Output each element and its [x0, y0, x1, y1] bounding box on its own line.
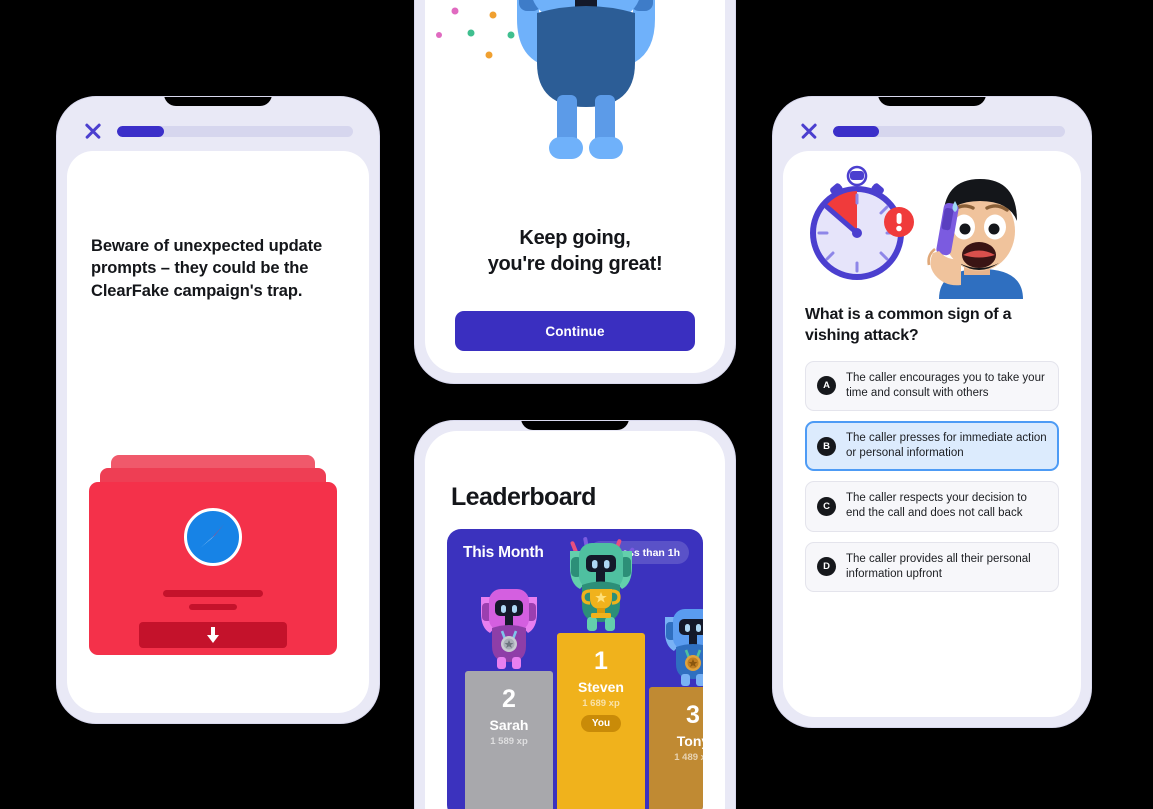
- browser-window: [89, 482, 337, 655]
- podium-rank-second: 2: [502, 685, 516, 713]
- lesson-topbar: [67, 107, 369, 151]
- quiz-screen: What is a common sign of a vishing attac…: [783, 107, 1081, 717]
- podium-name-third: Tony: [676, 733, 703, 749]
- answer-text-c: The caller respects your decision to end…: [846, 492, 1027, 520]
- worried-man-on-phone-icon: [927, 179, 1023, 299]
- quiz-progress-fill: [833, 125, 880, 137]
- celebration-phone-mockup: Keep going, you're doing great! Continue: [414, 0, 736, 384]
- leaderboard-period-label: This Month: [463, 543, 544, 561]
- leaderboard-phone-mockup: Leaderboard This Month Less than 1h 2 Sa…: [414, 420, 736, 809]
- podium-name-second: Sarah: [489, 717, 529, 733]
- phone-notch: [164, 97, 272, 106]
- quiz-answer-option-d[interactable]: D The caller provides all their personal…: [805, 541, 1059, 592]
- vishing-illustration-svg: [810, 165, 1023, 299]
- podium-xp-first: 1 689 xp: [582, 698, 620, 709]
- robot-avatar-second: [481, 589, 537, 669]
- quiz-question-text: What is a common sign of a vishing attac…: [805, 306, 1012, 344]
- answer-letter-d: D: [817, 557, 836, 577]
- close-icon[interactable]: [83, 121, 103, 141]
- leaderboard-podium: 2 Sarah 1 589 xp 1 Steven 1 689 xp You 3…: [447, 537, 703, 809]
- compass-needle-icon: [200, 524, 224, 548]
- quiz-answers-list: A The caller encourages you to take your…: [783, 347, 1081, 592]
- answer-letter-a: A: [817, 376, 836, 396]
- podium-rank-first: 1: [594, 647, 608, 675]
- podium-name-first: Steven: [578, 679, 624, 695]
- lesson-screen: Beware of unexpected update prompts – th…: [67, 107, 369, 713]
- quiz-answer-option-b[interactable]: B The caller presses for immediate actio…: [805, 420, 1059, 472]
- lesson-progress-fill: [117, 125, 165, 137]
- browser-text-line-1: [163, 590, 263, 597]
- quiz-answer-option-a[interactable]: A The caller encourages you to take your…: [805, 360, 1059, 411]
- answer-text-b: The caller presses for immediate action …: [846, 431, 1047, 460]
- phone-notch: [878, 97, 986, 106]
- quiz-answer-option-c[interactable]: C The caller respects your decision to e…: [805, 481, 1059, 532]
- robot-avatar-first: [570, 537, 635, 631]
- podium-second-place[interactable]: 2 Sarah 1 589 xp: [465, 589, 553, 809]
- robot-avatar-third: [665, 609, 703, 686]
- celebration-screen: Keep going, you're doing great! Continue: [425, 0, 725, 373]
- lesson-card: Beware of unexpected update prompts – th…: [67, 151, 369, 713]
- quiz-phone-mockup: What is a common sign of a vishing attac…: [772, 96, 1092, 728]
- podium-first-place[interactable]: 1 Steven 1 689 xp You: [557, 537, 645, 809]
- screenshot-stage: Beware of unexpected update prompts – th…: [0, 0, 1153, 809]
- safari-compass-icon: [184, 508, 242, 566]
- lesson-phone-mockup: Beware of unexpected update prompts – th…: [56, 96, 380, 724]
- robot-svg: [436, 0, 655, 159]
- answer-text-a: The caller encourages you to take your t…: [846, 371, 1045, 399]
- stopwatch-alert-icon: [810, 165, 914, 280]
- celebrating-robot-illustration: [425, 0, 725, 205]
- lesson-progress-bar: [117, 125, 353, 137]
- download-arrow-icon: [207, 627, 219, 643]
- answer-text-d: The caller provides all their personal i…: [846, 552, 1031, 580]
- podium-xp-second: 1 589 xp: [490, 736, 528, 747]
- leaderboard-card: This Month Less than 1h 2 Sarah 1 589 xp…: [447, 529, 703, 809]
- browser-text-line-2: [189, 604, 237, 610]
- vishing-attack-illustration: [783, 163, 1081, 299]
- answer-letter-c: C: [817, 496, 836, 516]
- answer-letter-b: B: [817, 436, 836, 456]
- leaderboard-title: Leaderboard: [451, 483, 596, 511]
- close-icon[interactable]: [799, 121, 819, 141]
- continue-button[interactable]: Continue: [455, 311, 695, 351]
- fake-browser-update-illustration: [89, 455, 337, 655]
- celebration-title-line-1: Keep going,: [519, 227, 631, 249]
- podium-xp-third: 1 489 xp: [674, 752, 703, 763]
- lesson-body-text: Beware of unexpected update prompts – th…: [91, 237, 323, 300]
- celebration-title-line-2: you're doing great!: [487, 253, 663, 275]
- celebration-title: Keep going, you're doing great!: [425, 225, 725, 277]
- leaderboard-screen: Leaderboard This Month Less than 1h 2 Sa…: [425, 431, 725, 809]
- quiz-progress-bar: [833, 125, 1065, 137]
- podium-third-place[interactable]: 3 Tony 1 489 xp: [649, 609, 703, 809]
- quiz-topbar: [783, 107, 1081, 151]
- podium-you-badge: You: [580, 715, 622, 732]
- browser-download-button[interactable]: [139, 622, 287, 648]
- phone-notch: [521, 421, 629, 430]
- quiz-card: What is a common sign of a vishing attac…: [783, 151, 1081, 717]
- podium-rank-third: 3: [686, 701, 700, 729]
